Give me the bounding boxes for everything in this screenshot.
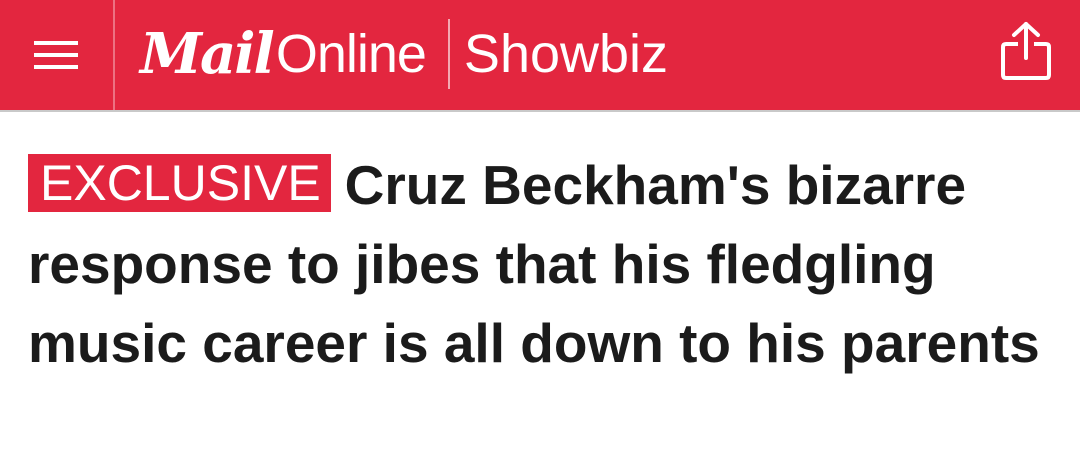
logo-online-text: Online — [275, 24, 427, 84]
exclusive-badge: EXCLUSIVE — [28, 154, 331, 212]
top-header-bar: Mail Online Showbiz — [0, 0, 1080, 112]
logo-section-divider — [447, 19, 450, 89]
hamburger-menu-icon — [34, 41, 78, 69]
share-icon — [1001, 22, 1051, 80]
logo-mail-text: Mail — [140, 21, 275, 87]
menu-button[interactable] — [0, 0, 112, 110]
site-logo[interactable]: Mail Online Showbiz — [140, 14, 668, 94]
section-label[interactable]: Showbiz — [464, 23, 668, 85]
article-headline-container[interactable]: EXCLUSIVE Cruz Beckham's bizarre response… — [28, 146, 1068, 383]
header-divider — [113, 0, 115, 110]
share-button[interactable] — [994, 16, 1058, 86]
